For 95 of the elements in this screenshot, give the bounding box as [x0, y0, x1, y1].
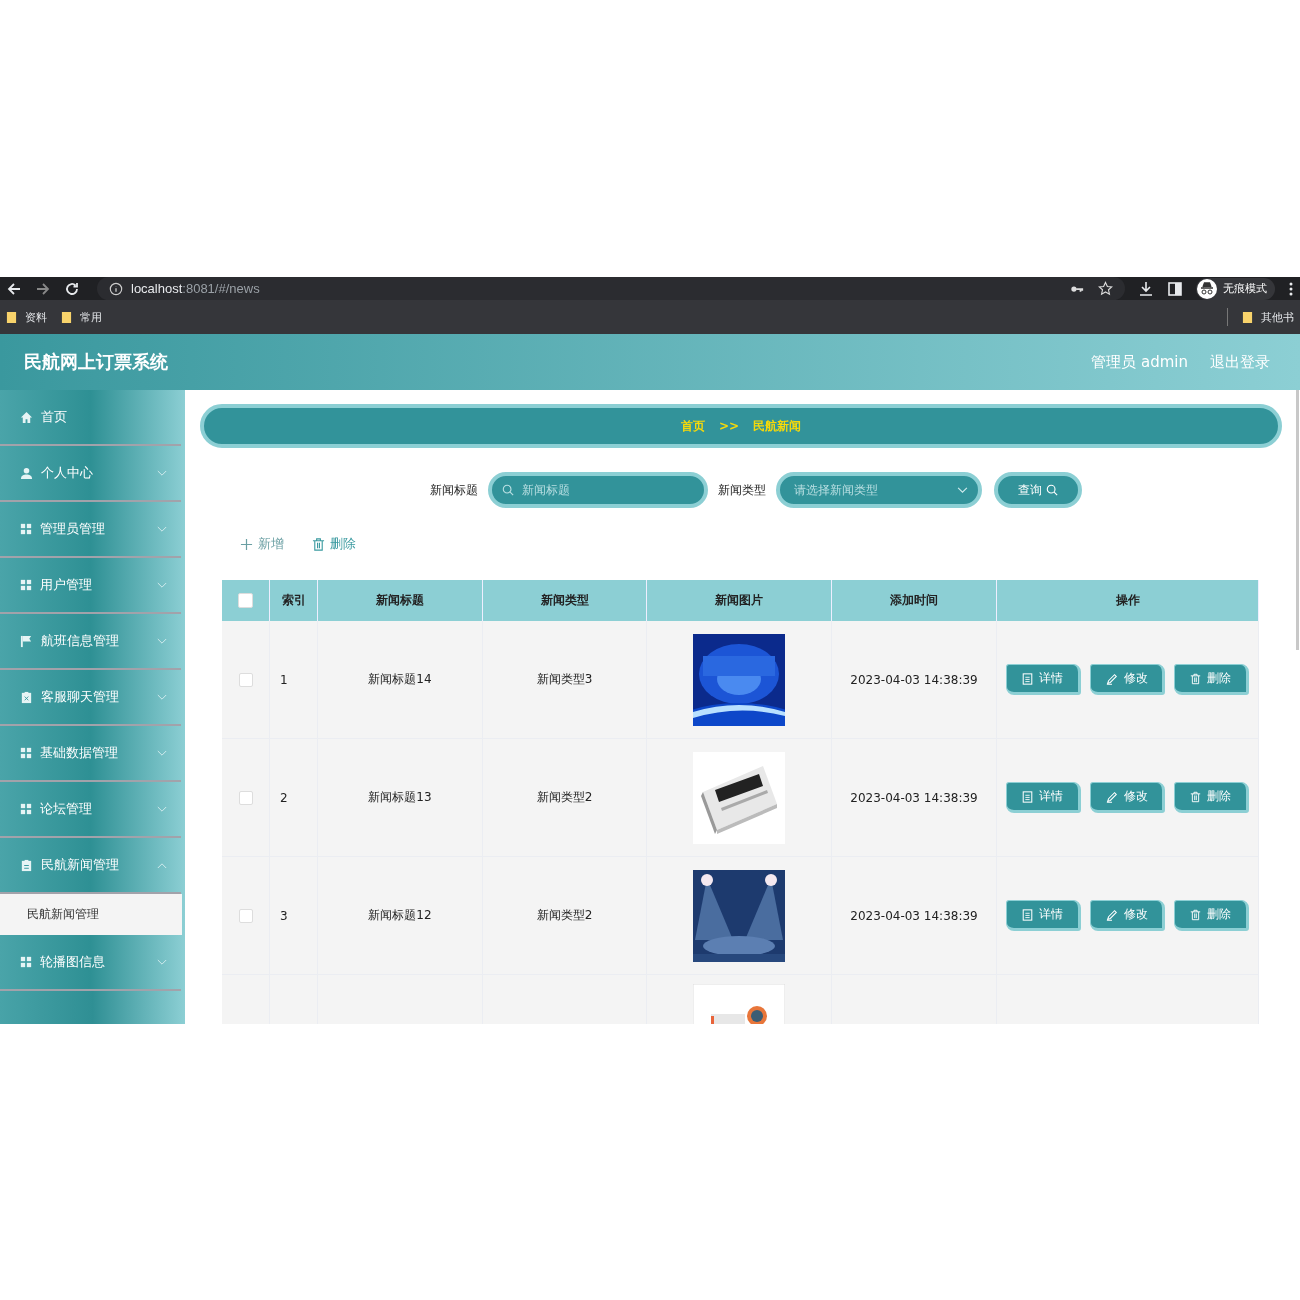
table-cell: 新闻标题14	[317, 621, 483, 739]
user-icon	[20, 466, 33, 480]
chevron-icon	[157, 581, 167, 589]
back-icon[interactable]	[6, 280, 22, 297]
flag-icon	[20, 634, 33, 648]
chevron-icon	[157, 958, 167, 966]
pencil-icon	[1105, 672, 1118, 685]
side-panel-icon[interactable]	[1167, 280, 1183, 297]
download-icon[interactable]	[1138, 280, 1154, 297]
trash-icon	[1190, 672, 1201, 685]
chevron-icon	[157, 469, 167, 477]
chevron-icon	[157, 693, 167, 701]
reload-icon[interactable]	[64, 280, 80, 297]
trash-icon	[1190, 908, 1201, 921]
table-cell: 2	[269, 738, 318, 857]
column-header: 添加时间	[831, 580, 997, 621]
delete-button[interactable]: 删除	[1174, 664, 1249, 695]
menu-icon[interactable]	[1288, 280, 1294, 297]
sidebar-subitem[interactable]: 民航新闻管理	[0, 894, 182, 935]
grid-icon	[20, 579, 32, 591]
checkbox[interactable]	[238, 593, 253, 608]
breadcrumb-separator: >>	[718, 419, 740, 433]
document-icon	[1022, 672, 1033, 685]
user-label: 管理员 admin	[1091, 352, 1188, 372]
select-field[interactable]: 请选择新闻类型	[776, 472, 982, 508]
bookmark[interactable]: 常用	[61, 309, 102, 325]
grid-icon	[20, 523, 32, 535]
address-bar[interactable]: localhost:8081/#/news	[97, 277, 1125, 300]
chevron-icon	[157, 861, 167, 869]
column-header: 索引	[269, 580, 318, 621]
chevron-icon	[157, 749, 167, 757]
column-header: 新闻类型	[482, 580, 647, 621]
scrollbar-thumb[interactable]	[1296, 390, 1299, 650]
checkbox[interactable]	[238, 790, 253, 805]
column-header: 操作	[996, 580, 1259, 621]
document-icon	[1022, 908, 1033, 921]
breadcrumb-link[interactable]: 首页	[680, 417, 705, 435]
pencil-icon	[1105, 790, 1118, 803]
pencil-icon	[1105, 908, 1118, 921]
table-cell: 2023-04-03 14:38:39	[831, 856, 997, 975]
bookmark[interactable]: 其他书	[1242, 309, 1294, 325]
document-icon	[1022, 790, 1033, 803]
search-button[interactable]: 查询	[994, 472, 1082, 508]
trash-icon	[312, 537, 325, 551]
chevron-icon	[157, 525, 167, 533]
table-cell: 新闻类型2	[482, 856, 647, 975]
table-cell: 新闻类型2	[482, 738, 647, 857]
search-icon	[502, 484, 514, 496]
add-button[interactable]: 新增	[240, 535, 284, 553]
bookmark[interactable]: 资料	[6, 309, 47, 325]
logout-link[interactable]: 退出登录	[1210, 352, 1270, 372]
clipboard-icon	[20, 690, 33, 704]
table-cell: 新闻标题13	[317, 738, 483, 857]
grid-icon	[20, 956, 32, 968]
table-cell: 3	[269, 856, 318, 975]
chevron-icon	[157, 637, 167, 645]
folder-icon	[6, 310, 17, 324]
search-field[interactable]: 新闻标题	[488, 472, 708, 508]
search-icon	[1046, 484, 1058, 496]
field-label: 新闻标题	[430, 481, 478, 499]
app-title: 民航网上订票系统	[24, 350, 168, 374]
details-button[interactable]: 详情	[1006, 664, 1081, 695]
table-cell: 新闻类型3	[482, 621, 647, 739]
edit-button[interactable]: 修改	[1090, 900, 1165, 931]
edit-button[interactable]: 修改	[1090, 664, 1165, 695]
chevron-icon	[957, 486, 968, 494]
column-header: 新闻图片	[646, 580, 832, 621]
grid-icon	[20, 747, 32, 759]
table-cell: 新闻标题12	[317, 856, 483, 975]
field-label: 新闻类型	[718, 481, 766, 499]
details-button[interactable]: 详情	[1006, 900, 1081, 931]
table-cell: 1	[269, 621, 318, 739]
edit-button[interactable]: 修改	[1090, 782, 1165, 813]
delete-button[interactable]: 删除	[1174, 782, 1249, 813]
info-icon[interactable]	[109, 281, 123, 296]
folder-icon	[1242, 310, 1253, 324]
incognito-badge[interactable]: 无痕模式	[1196, 277, 1275, 300]
trash-icon	[1190, 790, 1201, 803]
forward-icon[interactable]	[35, 280, 51, 297]
table-cell: 2023-04-03 14:38:39	[831, 621, 997, 739]
grid-icon	[20, 803, 32, 815]
plus-icon	[240, 537, 253, 551]
star-icon[interactable]	[1098, 281, 1113, 296]
home-icon	[20, 410, 33, 424]
delete-button[interactable]: 删除	[1174, 900, 1249, 931]
clipboard-icon	[20, 858, 33, 872]
folder-icon	[61, 310, 72, 324]
details-button[interactable]: 详情	[1006, 782, 1081, 813]
column-header: 新闻标题	[317, 580, 483, 621]
checkbox[interactable]	[238, 908, 253, 923]
delete-button[interactable]: 删除	[312, 535, 356, 553]
checkbox[interactable]	[238, 672, 253, 687]
chevron-icon	[157, 805, 167, 813]
breadcrumb-link[interactable]: 民航新闻	[753, 417, 802, 435]
table-cell: 2023-04-03 14:38:39	[831, 738, 997, 857]
